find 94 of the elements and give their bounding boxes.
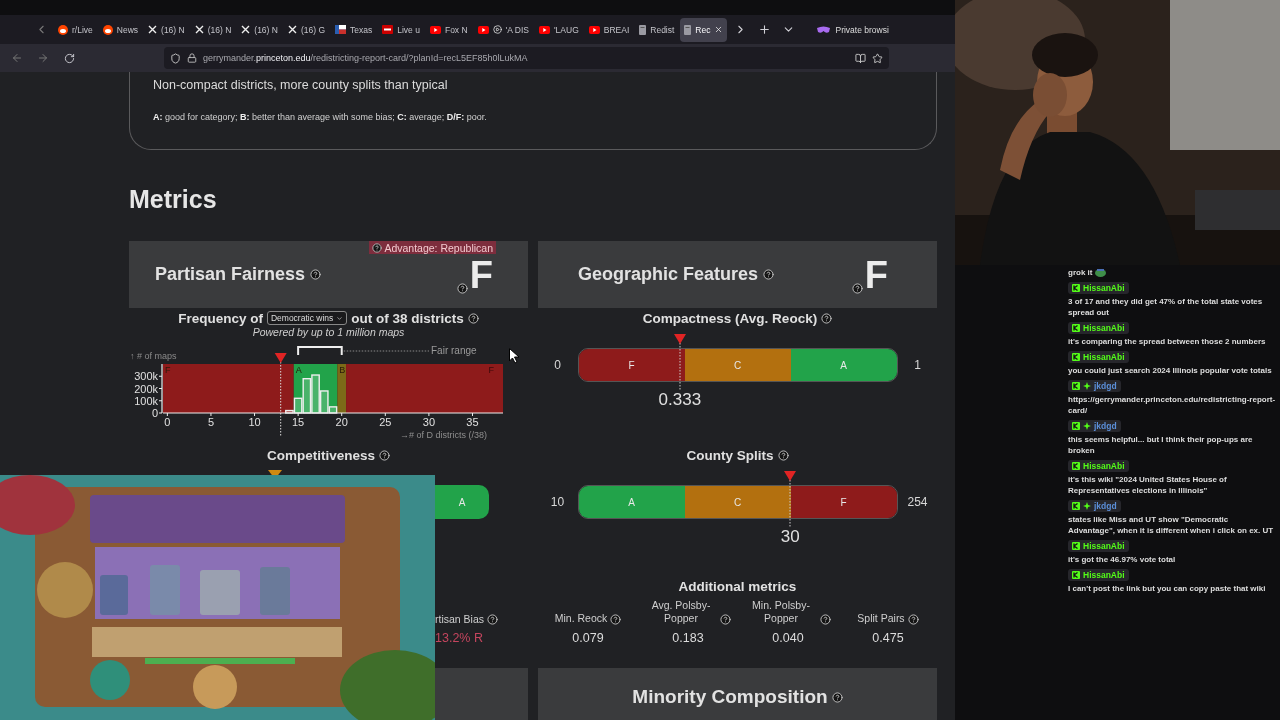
browser-tab[interactable]: (16) N	[190, 17, 236, 42]
metric-label: Split Pairs	[857, 612, 905, 625]
browser-tab[interactable]: (16) N	[144, 17, 189, 42]
grade-letter: F	[469, 255, 493, 294]
chat-message: states like Miss and UT show "Democratic Advantage", when it is different when i click on ex. UT	[1068, 514, 1275, 536]
chat-message: it's got the 46.97% vote total	[1068, 554, 1176, 565]
address-field[interactable]: gerrymander.princeton.edu/redistricting-report-card/?planId=recL5EF85h0lLukMA	[164, 47, 889, 69]
tick-label: 0	[164, 416, 171, 428]
zone-grade-label: A	[295, 365, 302, 375]
browser-tab[interactable]: Texas	[331, 17, 377, 42]
metric-label: Min. Polsby-Popper	[751, 599, 811, 625]
browser-tab[interactable]: 'A DIS	[473, 17, 533, 42]
meter-title: Competitiveness	[266, 447, 375, 463]
metric-label: Min. Reock	[554, 612, 608, 625]
tick-label: 15	[292, 416, 305, 428]
grade-legend: A: good for category; B: better than average with some bias; C: average; D/F: poor.	[153, 112, 913, 122]
chat-username[interactable]: HissanAbi	[1068, 282, 1129, 294]
browser-tab[interactable]: (16) G	[283, 17, 330, 42]
chat-username[interactable]: HissanAbi	[1068, 460, 1129, 472]
metric-value: 0.475	[872, 631, 904, 645]
tick-label: 300k	[134, 370, 158, 383]
grade-segment: F	[790, 486, 897, 518]
meter-value: 0.333	[658, 390, 702, 410]
grade-segment: F	[578, 349, 685, 381]
category-title: Minority Composition	[632, 686, 828, 708]
tick-label: 35	[466, 416, 479, 428]
grade-letter: F	[864, 255, 888, 294]
tick-label: 25	[379, 416, 392, 428]
chart-title: out of 38 districts	[351, 310, 464, 326]
metric-label: Avg. Polsby-Popper	[650, 599, 712, 625]
metric-value: 0.183	[672, 631, 704, 645]
advantage-badge: Advantage: Republican	[369, 241, 496, 254]
metric-value: 0.040	[772, 631, 804, 645]
tick-label: 30	[422, 416, 435, 428]
tick-label: 10	[248, 416, 261, 428]
chat-username[interactable]: HissanAbi	[1068, 569, 1129, 581]
scale-min: 10	[549, 495, 566, 509]
zone-grade-label: B	[339, 365, 346, 375]
metrics-title: Additional metrics	[678, 579, 797, 595]
grade-segment: A	[435, 485, 489, 519]
chat-message: https://gerrymander.princeton.edu/redistricting-report-card/	[1068, 394, 1276, 416]
grade-segment: A	[790, 349, 897, 381]
browser-tab[interactable]: (16) N	[237, 17, 282, 42]
summary-text: Non-compact districts, more county splits than typical	[153, 77, 449, 93]
chat-username[interactable]: jkdgd	[1068, 380, 1121, 392]
chat-username[interactable]: HissanAbi	[1068, 540, 1129, 552]
scale-max: 254	[906, 495, 929, 509]
browser-tab[interactable]: BREAI	[584, 17, 634, 42]
meter-value: 30	[780, 527, 800, 547]
browser-tab[interactable]: r/Live	[54, 17, 97, 42]
grade-segment: C	[684, 349, 791, 381]
tick-label: 200k	[134, 382, 158, 395]
chat-message: this seems helpful... but I think their pop-ups are broken	[1068, 434, 1254, 456]
metric-value: 0.079	[572, 631, 604, 645]
zone-grade-label: F	[165, 365, 171, 375]
tick-label: 5	[207, 416, 214, 428]
metric-label: rtisan Bias	[435, 613, 485, 625]
private-browsing-label: Private browsi	[835, 24, 889, 35]
category-title: Geographic Features	[578, 264, 759, 285]
browser-tab[interactable]: News	[98, 17, 143, 42]
chat-message: grok it	[1068, 267, 1093, 278]
grade-segment: C	[684, 486, 791, 518]
chat-message: you could just search 2024 Illinois popular vote totals	[1068, 365, 1272, 376]
browser-tab[interactable]: Redist	[635, 17, 679, 42]
chat-username[interactable]: HissanAbi	[1068, 322, 1129, 334]
browser-tab[interactable]: Rec	[680, 17, 728, 42]
tick-label: 20	[335, 416, 348, 428]
chat-username[interactable]: jkdgd	[1068, 420, 1121, 432]
zone-grade-label: F	[488, 365, 494, 375]
scale-max: 1	[913, 358, 922, 372]
grade-segment: A	[578, 486, 685, 518]
axis-label: ↑ # of maps	[130, 351, 177, 361]
chart-title: Frequency of	[178, 310, 263, 326]
chat-username[interactable]: HissanAbi	[1068, 351, 1129, 363]
wins-dropdown[interactable]: Democratic wins	[266, 311, 348, 325]
chat-username[interactable]: jkdgd	[1068, 500, 1121, 512]
browser-tab[interactable]: Live u	[378, 17, 424, 42]
fair-range-label: Fair range	[431, 345, 477, 356]
chat-message: 3 of 17 and they did get 47% of the total state votes spread out	[1068, 296, 1264, 318]
chat-message: it's comparing the spread between those 2 numbers	[1068, 336, 1266, 347]
meter-title: County Splits	[686, 447, 774, 463]
tick-label: 100k	[134, 394, 158, 407]
section-heading: Metrics	[129, 185, 218, 215]
metric-value: 13.2% R	[435, 631, 484, 645]
browser-tab[interactable]: Fox N	[425, 17, 472, 42]
axis-label: →# of D districts (/38)	[400, 430, 488, 440]
category-title: Partisan Fairness	[155, 264, 306, 285]
chat-message: I can't post the link but you can copy paste that wiki	[1068, 583, 1266, 594]
tick-label: 0	[151, 407, 158, 419]
scale-min: 0	[553, 358, 562, 372]
chat-message: it's this wiki "2024 United States House of Representatives elections in Illinois"	[1068, 474, 1228, 496]
meter-title: Compactness (Avg. Reock)	[642, 310, 818, 326]
chart-subtitle: Powered by up to 1 million maps	[252, 326, 405, 340]
browser-tab[interactable]: 'LAUG	[534, 17, 583, 42]
